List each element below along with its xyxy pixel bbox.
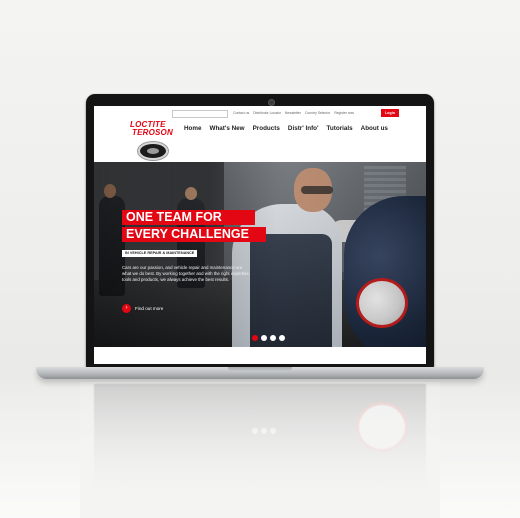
webcam [268,99,275,106]
carousel-dot-1[interactable] [252,335,258,341]
nav-home[interactable]: Home [184,125,202,132]
find-out-more-button[interactable]: › Find out more [122,304,163,313]
logo-line-teroson: TEROSON [132,128,173,137]
reflection-fade [80,382,440,518]
utility-links: Contact us Distributor Locator Newslette… [233,110,354,117]
nav-products[interactable]: Products [253,125,280,132]
util-link-contact[interactable]: Contact us [233,110,249,117]
main-navigation: Home What's New Products Distr' Info' Tu… [184,125,388,132]
hero-body-text: Cars are our passion, and vehicle repair… [122,265,250,282]
cta-label: Find out more [135,306,164,311]
hero-headline: ONE TEAM FOR EVERY CHALLENGE [122,210,266,244]
hero-headline-line-2: EVERY CHALLENGE [122,227,266,242]
laptop-lid-notch [228,367,292,372]
util-link-register[interactable]: Register now [334,110,354,117]
product-mockup-scene: Contact us Distributor Locator Newslette… [0,0,520,518]
carousel-dot-4[interactable] [279,335,285,341]
login-button[interactable]: Login [381,109,399,117]
nav-whats-new[interactable]: What's New [210,125,245,132]
util-link-distributor-locator[interactable]: Distributor Locator [253,110,281,117]
nav-distributor-info[interactable]: Distr' Info' [288,125,319,132]
search-input[interactable] [172,110,228,118]
brand-logo[interactable]: LOCTITE TEROSON [130,121,180,166]
nav-tutorials[interactable]: Tutorials [327,125,353,132]
chevron-right-icon: › [122,304,131,313]
carousel-dot-2[interactable] [261,335,267,341]
hero-subtag: IN VEHICLE REPAIR & MAINTENANCE [122,250,198,257]
hero-headline-line-1: ONE TEAM FOR [122,210,255,225]
hero-banner: ONE TEAM FOR EVERY CHALLENGE IN VEHICLE … [94,162,426,347]
carousel-indicators [252,335,285,341]
laptop-screen: Contact us Distributor Locator Newslette… [94,106,426,364]
logo-badge-icon [138,142,168,160]
nav-about-us[interactable]: About us [361,125,388,132]
util-link-country-selector[interactable]: Country Selector [305,110,330,117]
carousel-dot-3[interactable] [270,335,276,341]
content-strip [94,347,426,364]
util-link-newsletter[interactable]: Newsletter [285,110,301,117]
